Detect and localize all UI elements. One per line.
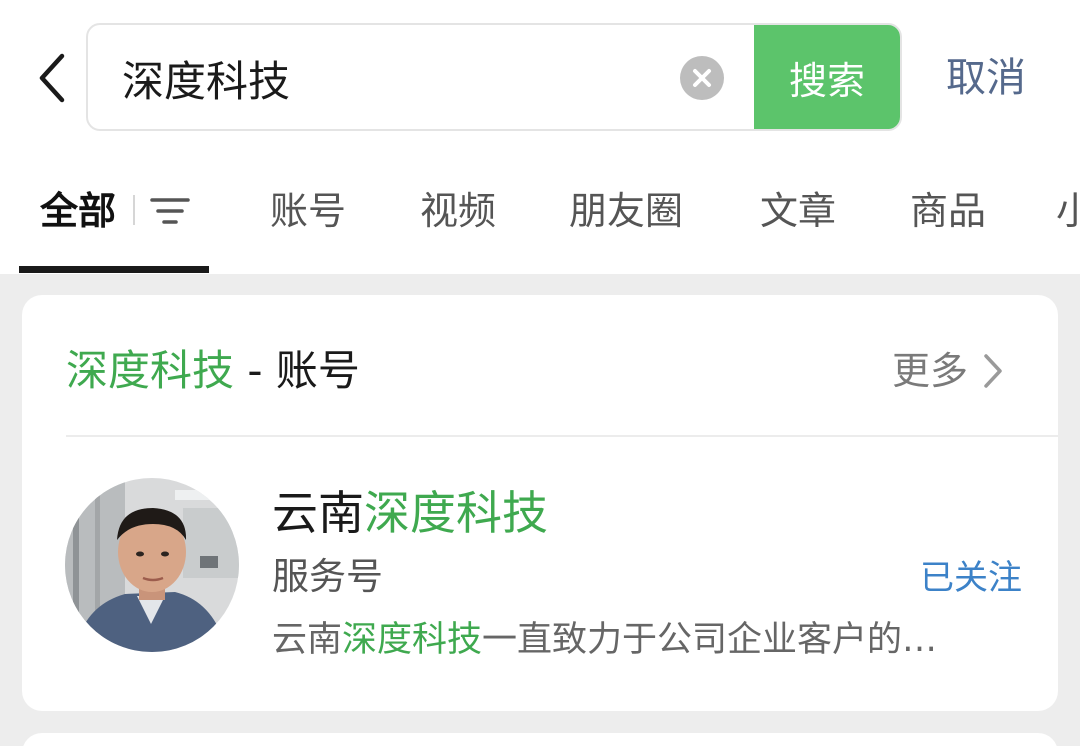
- tab-moments[interactable]: 朋友圈: [569, 186, 683, 236]
- active-tab-indicator: [19, 266, 209, 273]
- tab-videos[interactable]: 视频: [420, 186, 496, 236]
- back-arrow-icon: [39, 53, 65, 103]
- next-result-card: [22, 733, 1058, 746]
- search-input[interactable]: [122, 49, 662, 107]
- desc-rest: 一直致力于公司企业客户的…: [482, 620, 938, 660]
- avatar-photo: [65, 478, 239, 652]
- card-separator: [66, 435, 1058, 437]
- desc-prefix: 云南: [272, 620, 343, 660]
- tab-all[interactable]: 全部: [40, 186, 116, 236]
- followed-status[interactable]: 已关注: [920, 553, 1022, 603]
- more-button[interactable]: 更多: [892, 345, 1004, 397]
- cancel-button[interactable]: 取消: [946, 50, 1026, 106]
- account-avatar[interactable]: [65, 478, 239, 652]
- clear-button[interactable]: [680, 56, 724, 100]
- tab-mini-programs[interactable]: 小: [1056, 186, 1080, 236]
- tab-divider: [133, 195, 135, 225]
- clear-icon: [693, 69, 711, 87]
- filter-icon: [150, 198, 190, 224]
- search-header: 搜索 取消 全部 账号 视频 朋友圈 文章 商品 小: [0, 0, 1080, 274]
- search-button[interactable]: 搜索: [754, 25, 900, 129]
- tab-accounts[interactable]: 账号: [270, 186, 346, 236]
- account-description: 云南深度科技一直致力于公司企业客户的…: [272, 615, 1002, 665]
- account-name-prefix: 云南: [272, 486, 364, 540]
- account-name-highlight: 深度科技: [364, 486, 548, 540]
- chevron-right-icon: [984, 354, 1002, 388]
- more-label: 更多: [892, 349, 969, 393]
- tab-articles[interactable]: 文章: [760, 186, 836, 236]
- search-box: 搜索: [86, 23, 902, 131]
- section-suffix: - 账号: [234, 346, 360, 395]
- section-title: 深度科技 - 账号: [66, 343, 360, 399]
- account-name[interactable]: 云南深度科技: [272, 483, 548, 543]
- account-type: 服务号: [272, 555, 383, 598]
- section-keyword: 深度科技: [66, 346, 235, 395]
- tab-products[interactable]: 商品: [910, 186, 986, 236]
- back-button[interactable]: [32, 50, 76, 106]
- tab-mini-programs-label: 小: [1056, 189, 1080, 233]
- account-results-card: 深度科技 - 账号 更多 云南深度科技 服务号 已关注 云南深度科技一直致力于公…: [22, 295, 1058, 711]
- desc-highlight: 深度科技: [342, 620, 483, 660]
- filter-button[interactable]: [150, 196, 190, 226]
